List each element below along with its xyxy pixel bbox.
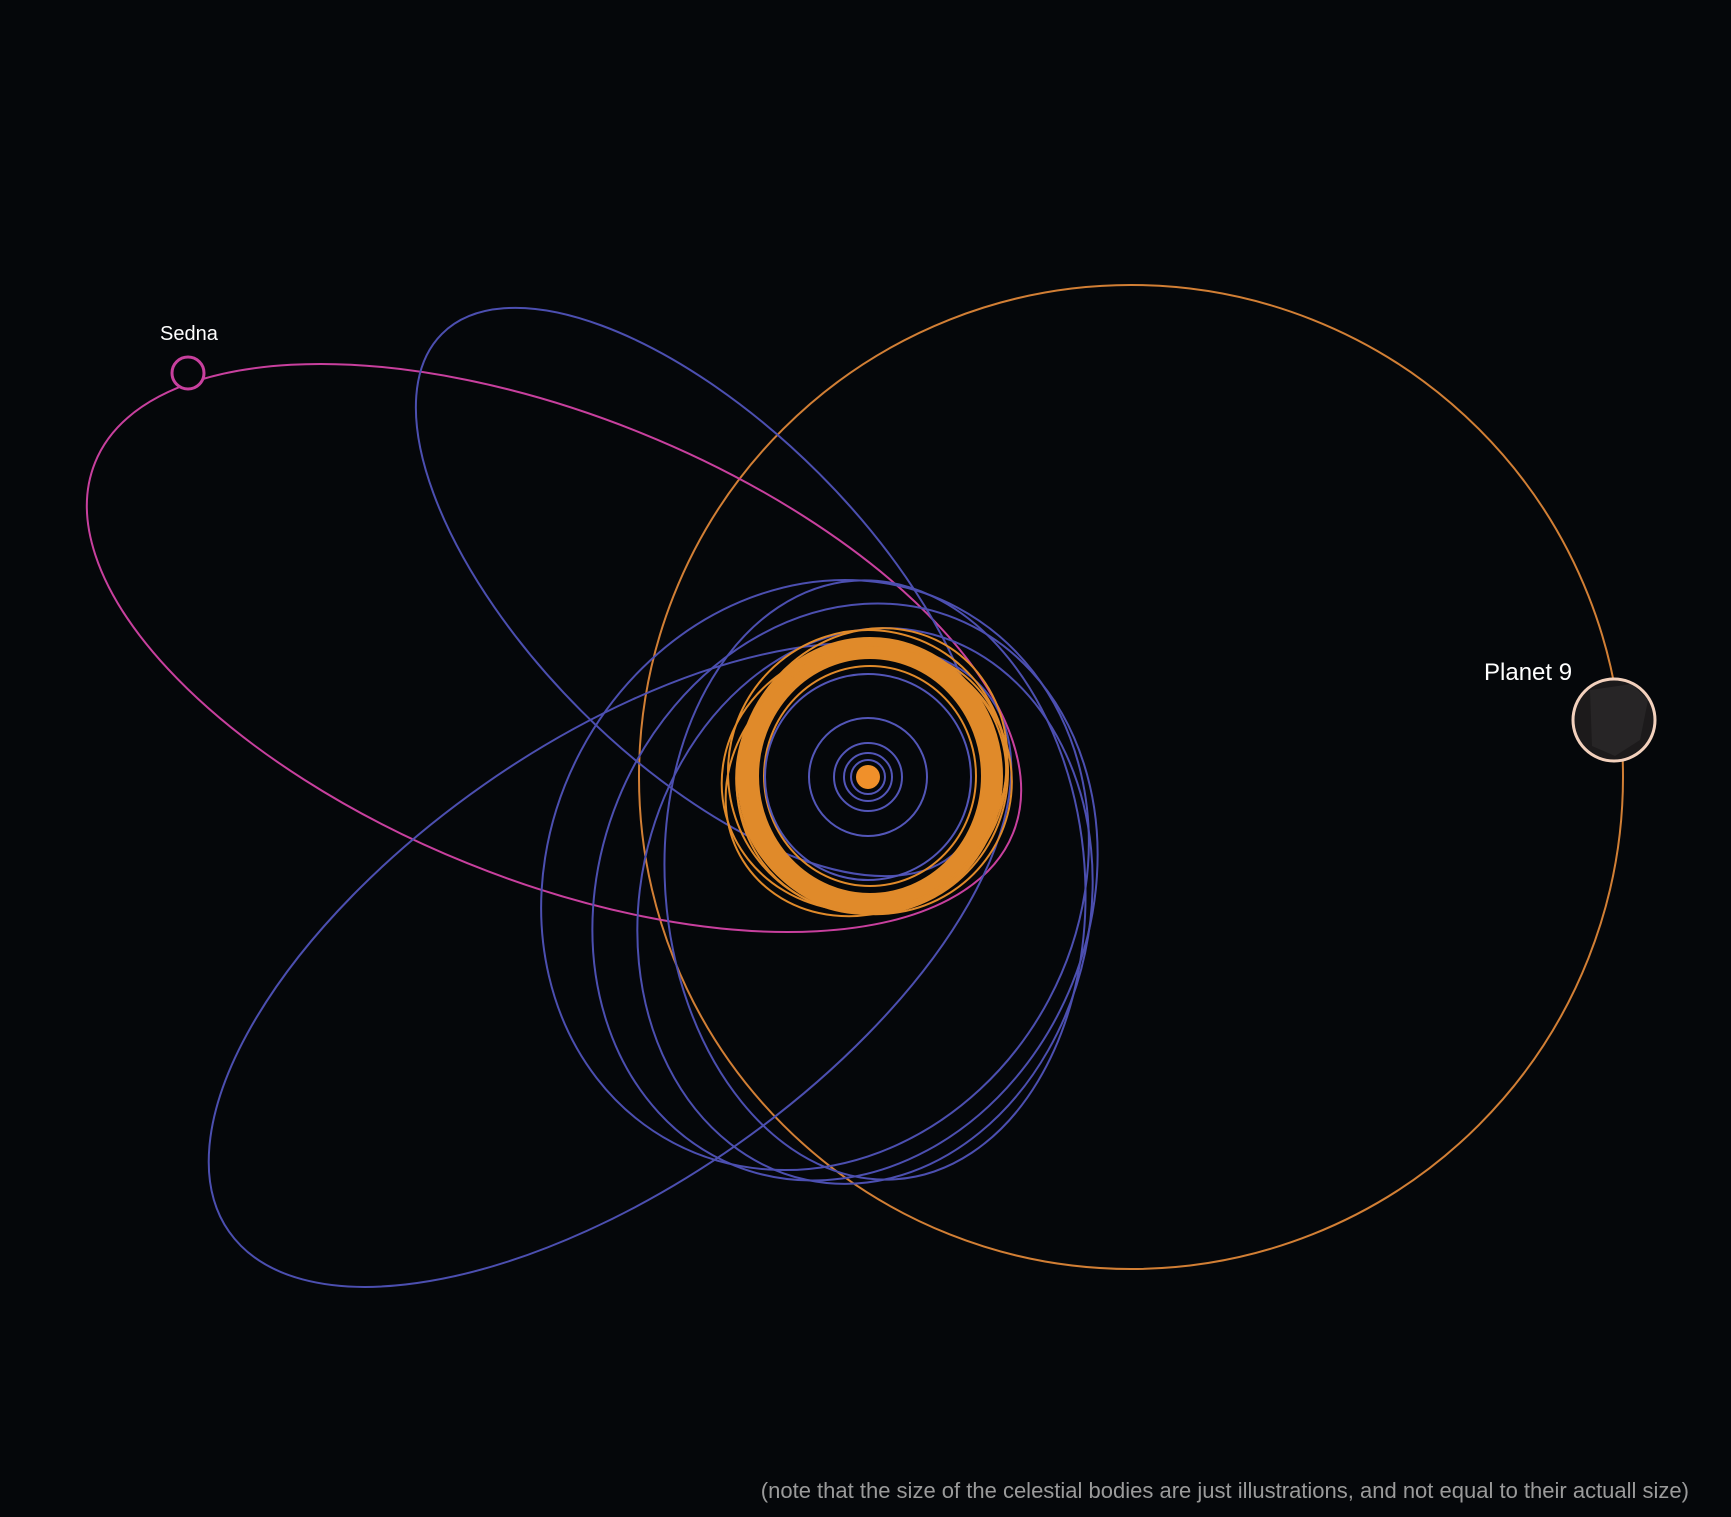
size-disclaimer-note: (note that the size of the celestial bod… [761,1478,1689,1503]
planet9-body [1571,677,1657,763]
sun [856,765,880,789]
sedna-body [170,355,206,391]
space-background [0,0,1731,1517]
solar-system-orbit-diagram: Sedna Planet 9 (note that the size of th… [0,0,1731,1517]
sedna-label: Sedna [160,323,219,345]
planet9-label: Planet 9 [1484,659,1572,686]
